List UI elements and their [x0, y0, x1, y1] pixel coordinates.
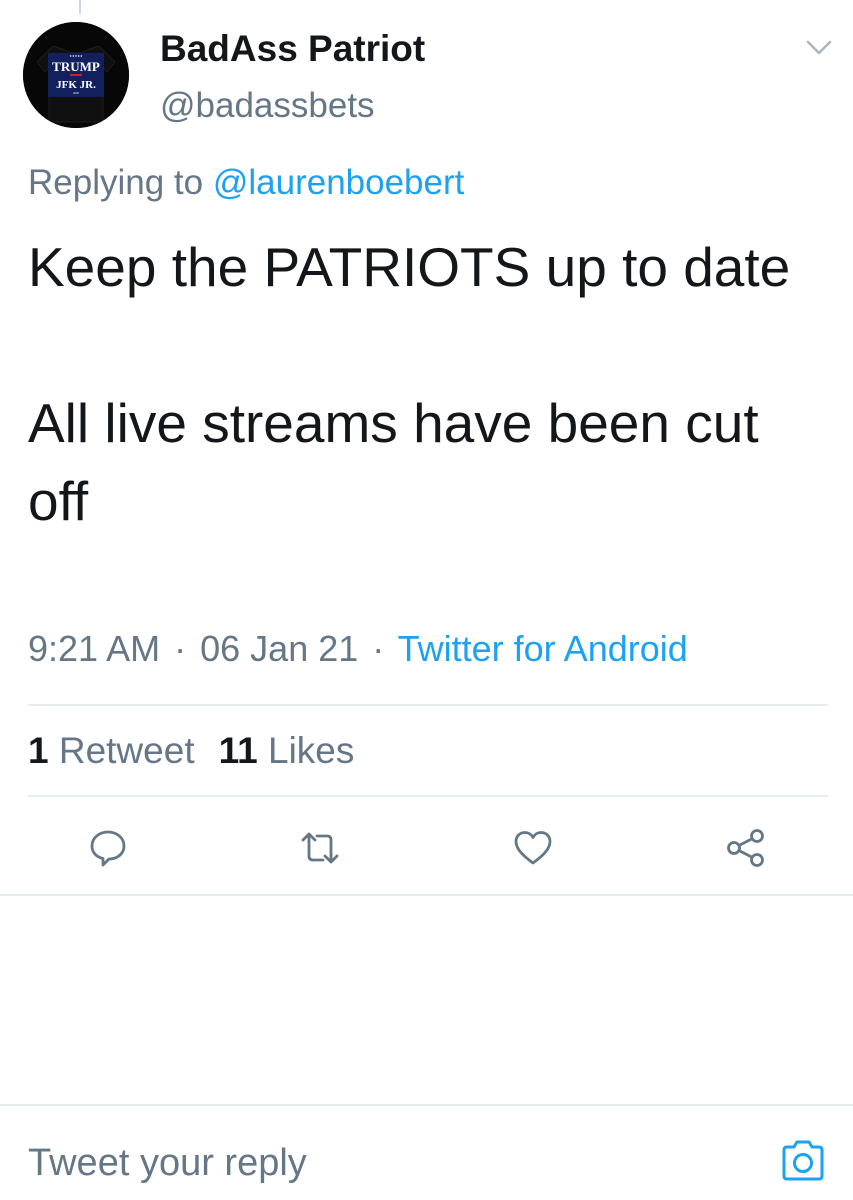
likes-count: 11 [218, 730, 258, 771]
divider [0, 894, 853, 896]
avatar-shirt-text-2: JFK JR. [56, 79, 96, 91]
svg-text:★★★★★: ★★★★★ [69, 54, 83, 58]
avatar-image: ★★★★★ TRUMP JFK JR. 2020 [23, 22, 129, 128]
tweet-date: 06 Jan 21 [200, 628, 359, 669]
author-display-name[interactable]: BadAss Patriot [160, 28, 425, 70]
like-icon[interactable] [511, 826, 555, 870]
retweet-icon[interactable] [298, 826, 342, 870]
tweet-paragraph: Keep the PATRIOTS up to date [28, 236, 791, 298]
divider [28, 704, 828, 706]
replying-to-label: Replying to [28, 163, 204, 202]
author-handle[interactable]: @badassbets [160, 86, 375, 126]
engagement-stats: 1 Retweet 11 Likes [28, 730, 354, 772]
replying-to-line: Replying to @laurenboebert [28, 163, 464, 203]
composer-top-border [0, 1104, 853, 1106]
reply-mention-link[interactable]: @laurenboebert [213, 163, 465, 202]
meta-separator: · [372, 628, 385, 669]
avatar[interactable]: ★★★★★ TRUMP JFK JR. 2020 [23, 22, 129, 128]
tweet-time: 9:21 AM [28, 628, 161, 669]
meta-separator: · [174, 628, 187, 669]
reply-icon[interactable] [86, 826, 130, 870]
tweet-detail-screen: ★★★★★ TRUMP JFK JR. 2020 BadAss Patriot … [0, 0, 853, 1200]
likes-stat[interactable]: 11 Likes [219, 730, 355, 771]
chevron-down-icon[interactable] [802, 30, 836, 64]
thread-connector-line [79, 0, 81, 14]
tweet-reply-input[interactable]: Tweet your reply [28, 1142, 307, 1185]
tweet-meta: 9:21 AM · 06 Jan 21 · Twitter for Androi… [28, 628, 688, 670]
retweets-stat[interactable]: 1 Retweet [28, 730, 195, 771]
likes-label: Likes [268, 730, 355, 771]
retweets-count: 1 [28, 730, 49, 771]
tweet-text: Keep the PATRIOTS up to date All live st… [28, 228, 828, 540]
share-icon[interactable] [724, 826, 768, 870]
camera-icon[interactable] [780, 1140, 826, 1182]
tweet-paragraph: All live streams have been cut off [28, 392, 759, 532]
retweets-label: Retweet [58, 730, 195, 771]
svg-text:2020: 2020 [73, 91, 80, 95]
avatar-shirt-text-1: TRUMP [52, 59, 100, 74]
divider [28, 795, 828, 797]
tweet-source-link[interactable]: Twitter for Android [398, 628, 688, 669]
